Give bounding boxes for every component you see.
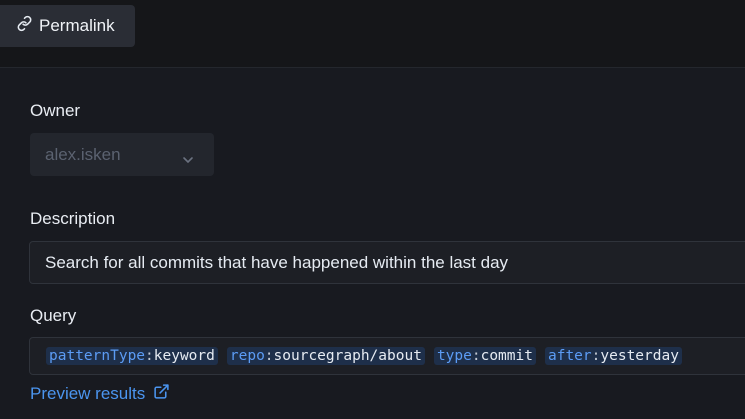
link-icon <box>16 15 39 37</box>
permalink-button[interactable]: Permalink <box>0 5 135 47</box>
query-token: repo:sourcegraph/about <box>226 347 425 365</box>
top-toolbar: Permalink <box>0 0 745 68</box>
token-field: repo <box>229 348 265 364</box>
token-field: after <box>547 348 592 364</box>
token-field: patternType <box>49 348 146 364</box>
token-value: yesterday <box>600 348 679 364</box>
description-field[interactable]: Search for all commits that have happene… <box>29 241 745 284</box>
token-colon: : <box>264 348 274 364</box>
owner-value: alex.isken <box>45 144 121 164</box>
description-label: Description <box>30 209 116 228</box>
query-label: Query <box>30 306 77 325</box>
owner-select[interactable]: alex.isken <box>30 133 214 176</box>
chevron-down-icon <box>182 149 194 169</box>
token-field: type <box>436 348 472 364</box>
external-link-icon <box>153 383 170 405</box>
token-colon: : <box>471 348 481 364</box>
token-colon: : <box>145 348 154 364</box>
preview-results-label: Preview results <box>30 384 146 403</box>
query-field[interactable]: patternType:keyword repo:sourcegraph/abo… <box>29 337 745 375</box>
description-value: Search for all commits that have happene… <box>45 252 509 272</box>
owner-label: Owner <box>30 101 81 120</box>
preview-results-link[interactable]: Preview results <box>30 383 170 405</box>
query-token: after:yesterday <box>544 347 682 365</box>
query-token: type:commit <box>433 347 536 365</box>
permalink-label: Permalink <box>39 16 115 35</box>
token-value: sourcegraph/about <box>273 348 422 364</box>
token-value: commit <box>480 348 533 364</box>
token-value: keyword <box>153 348 215 364</box>
query-token: patternType:keyword <box>46 347 218 365</box>
